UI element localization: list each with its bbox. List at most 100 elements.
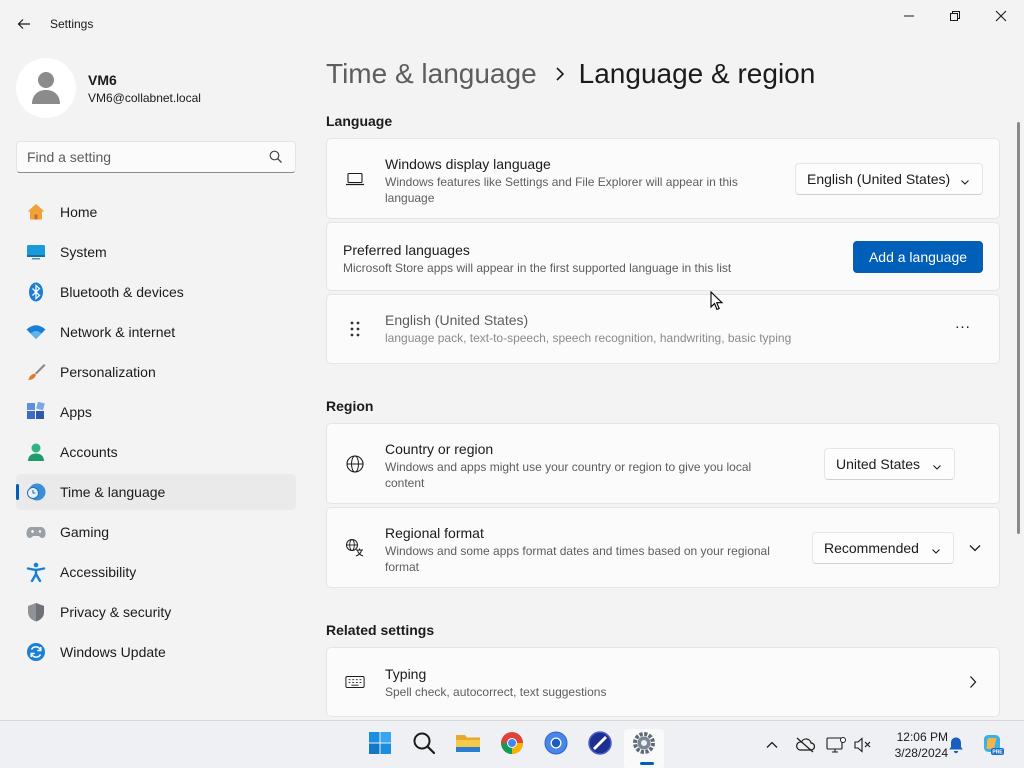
- country-region-card: Country or region Windows and apps might…: [326, 423, 1000, 504]
- sidebar-item-label: Network & internet: [60, 324, 176, 340]
- card-description: Windows and some apps format dates and t…: [385, 544, 770, 574]
- accounts-icon: [26, 442, 46, 462]
- sidebar-item-system[interactable]: System: [16, 234, 296, 270]
- sidebar-item-label: System: [60, 244, 107, 260]
- sidebar-item-privacy[interactable]: Privacy & security: [16, 594, 296, 630]
- copilot-icon: PRE: [984, 735, 1004, 755]
- drag-handle-icon[interactable]: [345, 319, 365, 339]
- typing-card[interactable]: Typing Spell check, autocorrect, text su…: [326, 647, 1000, 717]
- sidebar-item-bluetooth[interactable]: Bluetooth & devices: [16, 274, 296, 310]
- sidebar-item-accessibility[interactable]: Accessibility: [16, 554, 296, 590]
- wifi-icon: [26, 322, 46, 342]
- start-icon: [369, 732, 391, 754]
- time-language-icon: [26, 482, 46, 502]
- regional-format-dropdown[interactable]: Recommended: [812, 532, 954, 564]
- profile-email: VM6@collabnet.local: [88, 91, 201, 105]
- card-title: Typing: [385, 666, 427, 682]
- laptop-icon: [345, 169, 365, 189]
- sidebar-item-accounts[interactable]: Accounts: [16, 434, 296, 470]
- sidebar-item-label: Accounts: [60, 444, 118, 460]
- card-description: Microsoft Store apps will appear in the …: [343, 261, 732, 275]
- sidebar-item-label: Windows Update: [60, 644, 166, 660]
- apps-icon: [26, 402, 46, 422]
- card-title: Regional format: [385, 525, 484, 541]
- sidebar-item-time-language[interactable]: Time & language: [16, 474, 296, 510]
- tray-network-button[interactable]: [826, 735, 846, 755]
- sidebar-item-label: Accessibility: [60, 564, 137, 580]
- user-profile[interactable]: VM6 VM6@collabnet.local: [16, 58, 296, 118]
- bell-icon: [949, 737, 963, 754]
- taskbar-shortcut-app[interactable]: [580, 729, 620, 768]
- active-app-indicator: [640, 762, 654, 765]
- start-button[interactable]: [360, 729, 400, 768]
- taskbar-chrome[interactable]: [492, 729, 532, 768]
- sidebar-item-label: Time & language: [60, 484, 166, 500]
- sidebar-item-personalization[interactable]: Personalization: [16, 354, 296, 390]
- person-icon: [32, 72, 60, 104]
- sidebar-item-label: Home: [60, 204, 98, 220]
- regional-format-card[interactable]: Regional format Windows and some apps fo…: [326, 507, 1000, 588]
- breadcrumb-parent-link[interactable]: Time & language: [326, 58, 537, 90]
- sidebar-item-network[interactable]: Network & internet: [16, 314, 296, 350]
- bluetooth-icon: [26, 282, 46, 302]
- back-arrow-icon: [17, 19, 30, 29]
- sidebar-nav: Home System Bluetooth & devices Network …: [16, 194, 296, 674]
- home-icon: [26, 202, 46, 222]
- search-icon: [413, 732, 436, 755]
- add-language-button[interactable]: Add a language: [853, 241, 983, 273]
- card-description: Windows and apps might use your country …: [385, 460, 752, 490]
- card-description: Windows features like Settings and File …: [385, 175, 738, 205]
- close-button[interactable]: [978, 0, 1024, 32]
- taskbar-clock[interactable]: 12:06 PM 3/28/2024: [878, 729, 948, 761]
- update-icon: [26, 642, 46, 662]
- search-icon[interactable]: [269, 150, 283, 169]
- section-heading-language: Language: [326, 113, 393, 129]
- sidebar-item-apps[interactable]: Apps: [16, 394, 296, 430]
- restore-button[interactable]: [932, 0, 978, 32]
- tray-onedrive-button[interactable]: [795, 735, 815, 755]
- copilot-button[interactable]: PRE: [980, 733, 1004, 757]
- sidebar-item-home[interactable]: Home: [16, 194, 296, 230]
- display-language-card: Windows display language Windows feature…: [326, 138, 1000, 219]
- sidebar-item-gaming[interactable]: Gaming: [16, 514, 296, 550]
- chrome-beta-icon: [544, 731, 568, 755]
- installed-language-item: English (United States) language pack, t…: [326, 294, 1000, 364]
- chevron-right-icon: [555, 66, 565, 82]
- search-box[interactable]: [16, 141, 296, 173]
- clock-date: 3/28/2024: [894, 746, 948, 760]
- tray-volume-button[interactable]: [853, 735, 873, 755]
- shield-icon: [26, 602, 46, 622]
- close-icon: [995, 10, 1007, 22]
- app-title: Settings: [50, 17, 94, 31]
- taskbar-search-button[interactable]: [404, 729, 444, 768]
- card-title: English (United States): [385, 312, 529, 328]
- taskbar-settings[interactable]: [624, 729, 664, 768]
- minimize-button[interactable]: [886, 0, 932, 32]
- gamepad-icon: [26, 522, 46, 542]
- more-options-button[interactable]: ...: [947, 315, 979, 343]
- taskbar-file-explorer[interactable]: [448, 729, 488, 768]
- scrollbar[interactable]: [1017, 122, 1020, 534]
- dropdown-value: United States: [836, 456, 921, 472]
- avatar: [16, 58, 76, 118]
- taskbar-chrome-beta[interactable]: [536, 729, 576, 768]
- file-explorer-icon: [456, 735, 480, 752]
- display-language-dropdown[interactable]: English (United States): [795, 163, 983, 195]
- svg-text:PRE: PRE: [992, 749, 1003, 755]
- chevron-right-icon: [969, 675, 977, 694]
- card-title: Preferred languages: [343, 242, 470, 258]
- notifications-button[interactable]: [946, 735, 966, 755]
- sidebar-item-label: Personalization: [60, 364, 156, 380]
- search-input[interactable]: [17, 142, 267, 172]
- system-icon: [26, 242, 46, 262]
- section-heading-region: Region: [326, 398, 374, 414]
- country-region-dropdown[interactable]: United States: [824, 448, 955, 480]
- minimize-icon: [904, 15, 914, 17]
- expand-chevron-icon[interactable]: [967, 542, 983, 554]
- show-hidden-icons-button[interactable]: [762, 735, 782, 755]
- back-button[interactable]: [12, 12, 36, 36]
- chrome-icon: [501, 732, 523, 754]
- sidebar-item-windows-update[interactable]: Windows Update: [16, 634, 296, 670]
- dropdown-value: Recommended: [824, 540, 919, 556]
- breadcrumb: Time & language Language & region: [326, 58, 815, 90]
